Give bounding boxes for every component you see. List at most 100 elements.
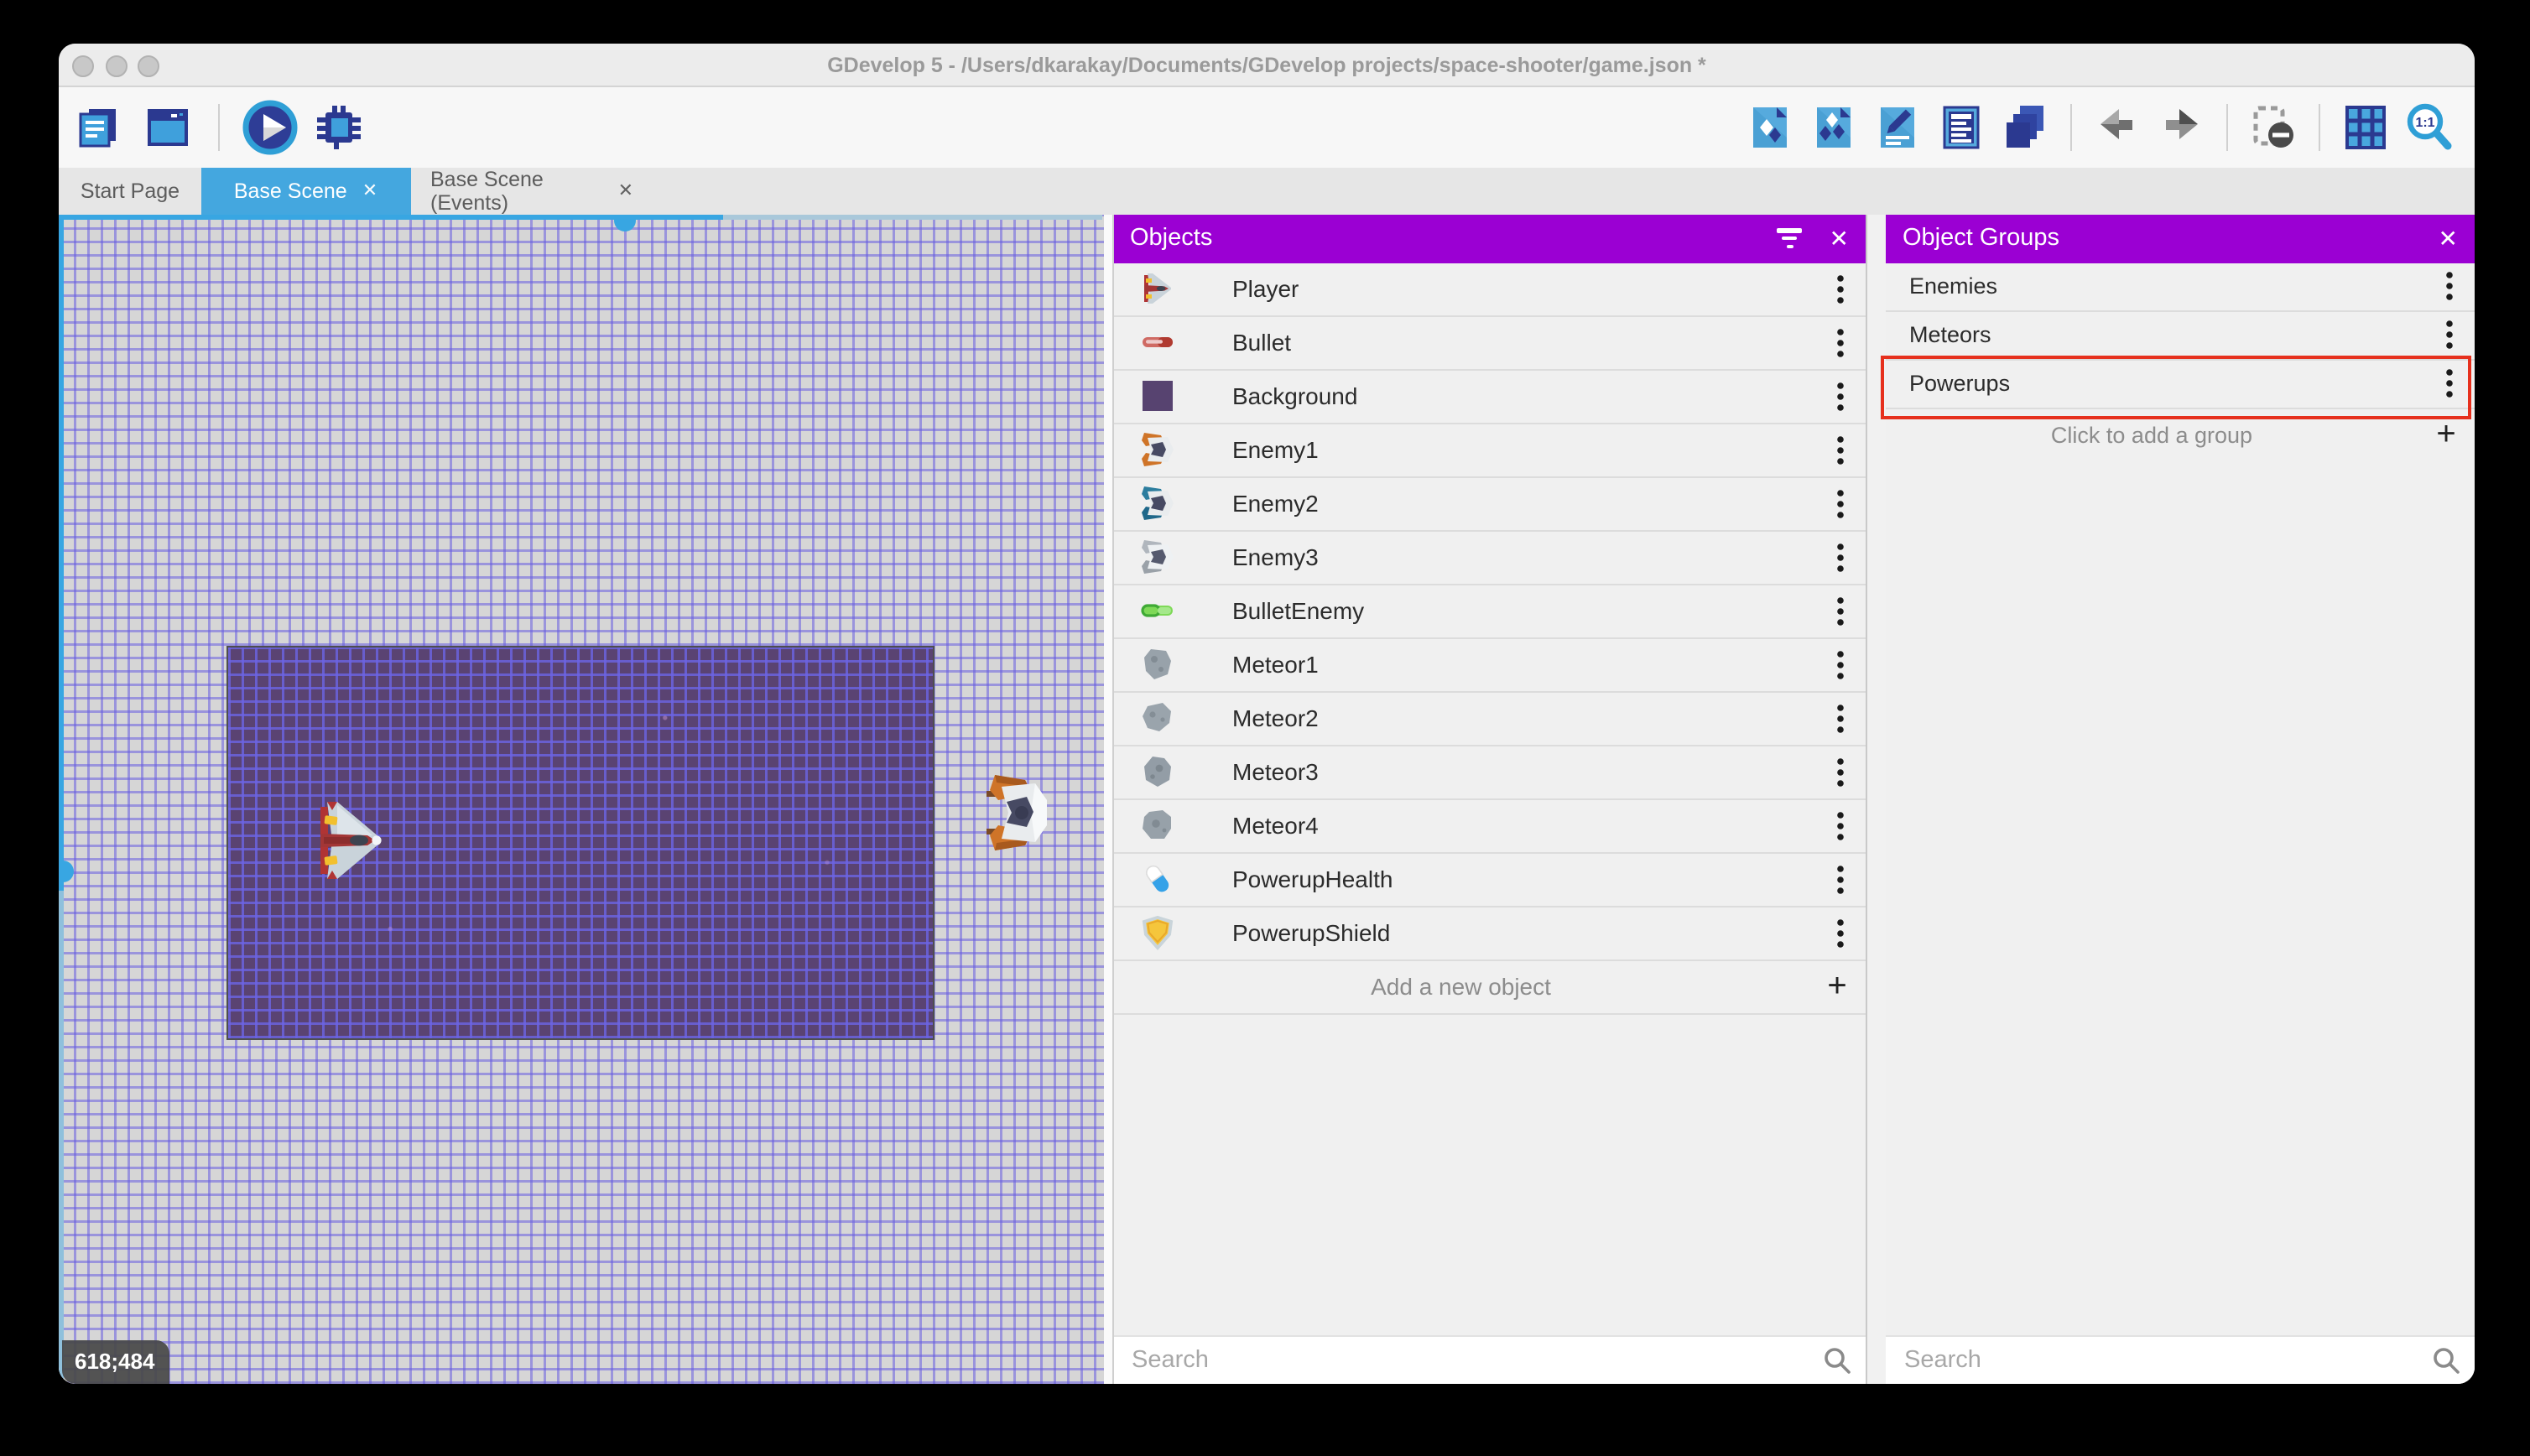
plus-icon[interactable]: + (2418, 415, 2475, 454)
bullet-icon (1138, 324, 1175, 361)
object-row-meteor1[interactable]: Meteor1 (1113, 638, 1866, 692)
undo-button[interactable] (2092, 102, 2142, 153)
toggle-objects-panel-button[interactable] (1745, 102, 1795, 153)
properties-icon (1872, 102, 1923, 153)
objects-list: Player Bullet Background Enemy1 Enemy2 E… (1113, 263, 1866, 1014)
enemy-instance[interactable] (985, 773, 1052, 852)
group-menu-button[interactable] (2424, 369, 2475, 398)
object-row-enemy2[interactable]: Enemy2 (1113, 477, 1866, 531)
scene-bounds-top-edge (723, 215, 1102, 219)
group-row-enemies[interactable]: Enemies (1886, 263, 2475, 311)
kebab-icon (1837, 328, 1844, 356)
object-menu-button[interactable] (1815, 704, 1866, 732)
instances-icon (1936, 102, 1986, 153)
object-menu-button[interactable] (1815, 918, 1866, 947)
meteor1-icon (1138, 646, 1175, 683)
object-row-bulletenemy[interactable]: BulletEnemy (1113, 585, 1866, 638)
object-menu-button[interactable] (1815, 596, 1866, 625)
add-object-row[interactable]: Add a new object + (1113, 960, 1866, 1014)
toggle-grid-button[interactable] (2340, 102, 2391, 153)
debug-icon (314, 102, 364, 153)
scene-canvas[interactable]: 618;484 (59, 215, 1111, 1384)
project-manager-button[interactable] (74, 102, 124, 153)
kebab-icon (1837, 382, 1844, 410)
player-instance[interactable] (315, 798, 383, 882)
object-menu-button[interactable] (1815, 543, 1866, 571)
object-row-meteor4[interactable]: Meteor4 (1113, 799, 1866, 853)
zoom-1-1-icon: 1:1 (2404, 102, 2455, 153)
object-menu-button[interactable] (1815, 650, 1866, 679)
preview-button[interactable] (242, 100, 298, 155)
tab-start-page[interactable]: Start Page (59, 168, 201, 215)
object-row-enemy1[interactable]: Enemy1 (1113, 424, 1866, 477)
object-row-background[interactable]: Background (1113, 370, 1866, 424)
toolbar-divider (2319, 104, 2320, 151)
tab-close-icon[interactable]: ✕ (618, 181, 633, 200)
object-menu-button[interactable] (1815, 435, 1866, 464)
redo-icon (2156, 102, 2206, 153)
groups-search-input[interactable] (1886, 1345, 2418, 1375)
panel-divider[interactable] (1866, 215, 1886, 1384)
add-group-row[interactable]: Click to add a group + (1886, 408, 2475, 460)
undo-icon (2092, 102, 2142, 153)
object-row-meteor2[interactable]: Meteor2 (1113, 692, 1866, 746)
powerup-health-icon (1138, 861, 1175, 897)
window-title: GDevelop 5 - /Users/dkarakay/Documents/G… (827, 54, 1706, 77)
kebab-icon (1837, 435, 1844, 464)
objects-search-bar (1113, 1335, 1866, 1384)
tab-bar: Start Page Base Scene ✕ Base Scene (Even… (59, 168, 2475, 215)
object-menu-button[interactable] (1815, 757, 1866, 786)
objects-search-input[interactable] (1113, 1345, 1809, 1375)
search-icon[interactable] (1809, 1345, 1866, 1375)
object-row-bullet[interactable]: Bullet (1113, 316, 1866, 370)
kebab-icon (1837, 650, 1844, 679)
plus-icon[interactable]: + (1809, 967, 1866, 1006)
object-menu-button[interactable] (1815, 382, 1866, 410)
toolbar: 1:1 (59, 87, 2475, 168)
project-manager-icon (74, 102, 124, 153)
toggle-object-groups-panel-button[interactable] (1809, 102, 1859, 153)
group-row-powerups[interactable]: Powerups (1886, 360, 2475, 408)
tab-base-scene[interactable]: Base Scene ✕ (201, 168, 410, 215)
filter-icon[interactable] (1777, 228, 1803, 249)
toggle-window-mask-button[interactable] (2248, 102, 2298, 153)
open-window-icon (143, 102, 193, 153)
redo-button[interactable] (2156, 102, 2206, 153)
close-icon[interactable]: ✕ (1830, 227, 1849, 251)
debug-button[interactable] (314, 102, 364, 153)
meteor2-icon (1138, 699, 1175, 736)
toggle-layers-panel-button[interactable] (2000, 102, 2050, 153)
selection-top-handle[interactable] (614, 215, 636, 231)
objects-icon (1745, 102, 1795, 153)
powerup-shield-icon (1138, 914, 1175, 951)
object-row-enemy3[interactable]: Enemy3 (1113, 531, 1866, 585)
object-row-player[interactable]: Player (1113, 263, 1866, 316)
group-menu-button[interactable] (2424, 272, 2475, 300)
object-menu-button[interactable] (1815, 811, 1866, 840)
kebab-icon (1837, 865, 1844, 893)
group-menu-button[interactable] (2424, 320, 2475, 349)
toolbar-divider (2070, 104, 2072, 151)
zoom-original-button[interactable]: 1:1 (2404, 102, 2455, 153)
toolbar-divider (218, 104, 220, 151)
tab-base-scene-events[interactable]: Base Scene (Events) ✕ (410, 168, 653, 215)
search-icon[interactable] (2418, 1345, 2475, 1375)
start-page-button[interactable] (143, 102, 193, 153)
object-menu-button[interactable] (1815, 489, 1866, 517)
object-groups-panel-header: Object Groups ✕ (1886, 215, 2475, 263)
object-row-poweruphealth[interactable]: PowerupHealth (1113, 853, 1866, 907)
add-group-label: Click to add a group (2050, 422, 2253, 447)
object-row-meteor3[interactable]: Meteor3 (1113, 746, 1866, 799)
tab-close-icon[interactable]: ✕ (362, 181, 377, 200)
toggle-properties-panel-button[interactable] (1872, 102, 1923, 153)
object-row-powerupshield[interactable]: PowerupShield (1113, 907, 1866, 960)
object-menu-button[interactable] (1815, 865, 1866, 893)
kebab-icon (2446, 320, 2453, 349)
toggle-instances-list-button[interactable] (1936, 102, 1986, 153)
object-menu-button[interactable] (1815, 328, 1866, 356)
group-row-meteors[interactable]: Meteors (1886, 311, 2475, 360)
grid-icon (2340, 102, 2391, 153)
objects-panel: Objects ✕ Player Bullet Background Enemy… (1111, 215, 1866, 1384)
object-menu-button[interactable] (1815, 274, 1866, 303)
close-icon[interactable]: ✕ (2439, 227, 2458, 251)
